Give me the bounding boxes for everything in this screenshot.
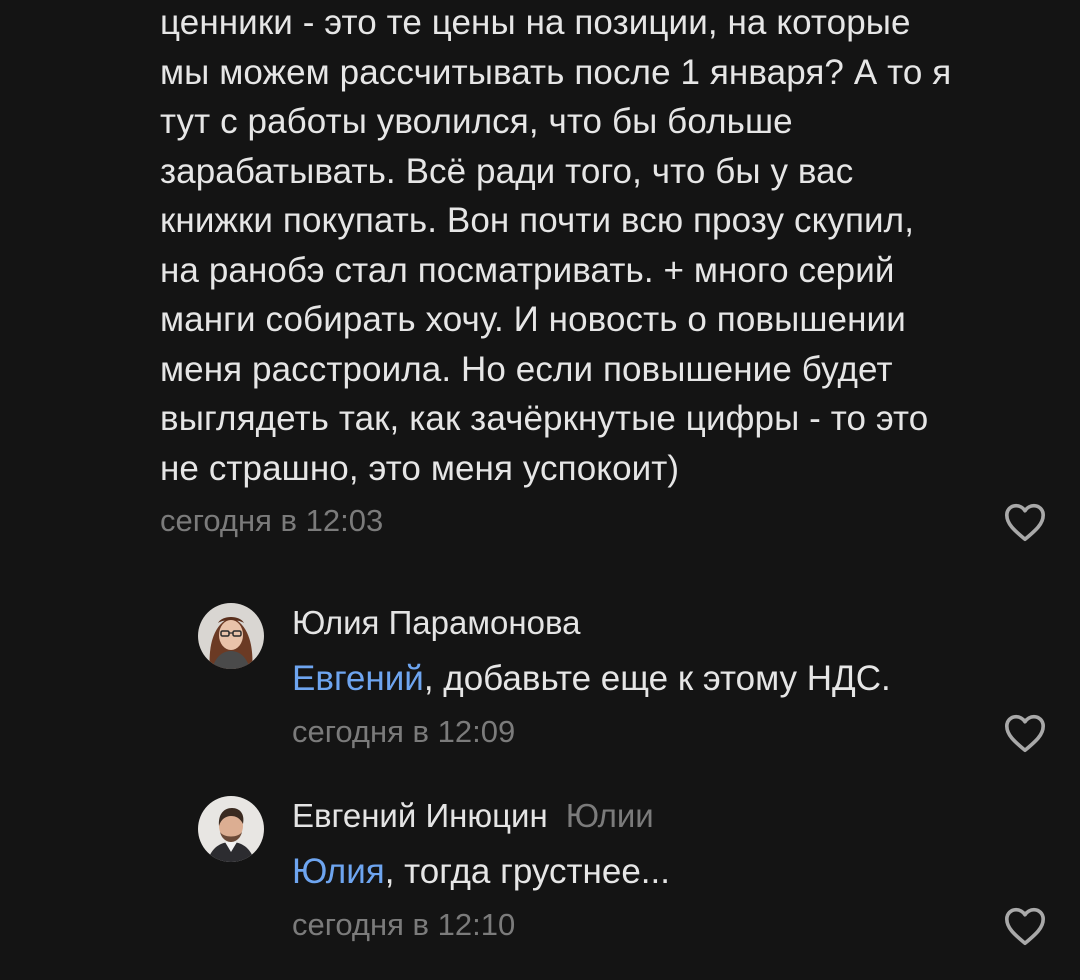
user-avatar-woman[interactable]	[198, 603, 264, 669]
comment-line: на ранобэ стал посматривать. + много сер…	[160, 250, 895, 290]
reply-author[interactable]: Евгений Инюцин Юлии	[292, 797, 654, 835]
mention-link[interactable]: Юлия	[292, 852, 385, 891]
comment-timestamp: сегодня в 12:03	[160, 503, 384, 538]
comment-line: мы можем рассчитывать после 1 января? А …	[160, 52, 952, 92]
comment-line: книжки покупать. Вон почти всю прозу ску…	[160, 201, 915, 240]
comment-line: выглядеть так, как зачёркнутые цифры - т…	[160, 399, 929, 438]
author-name[interactable]: Евгений Инюцин	[292, 797, 548, 834]
heart-outline-icon	[1004, 714, 1045, 753]
avatar-image	[198, 796, 264, 862]
user-avatar-man[interactable]	[198, 796, 264, 862]
comment-line: не страшно, это меня успокоит)	[160, 448, 680, 488]
reply-timestamp: сегодня в 12:10	[292, 907, 516, 942]
author-name[interactable]: Юлия Парамонова	[292, 604, 581, 641]
comment-line: ценники - это те цены на позиции, на кот…	[160, 3, 911, 42]
comment-line: манги собирать хочу. И новость о повышен…	[160, 300, 906, 339]
reply-message: , тогда грустнее...	[384, 852, 670, 891]
reply-to-label[interactable]: Юлии	[566, 797, 654, 834]
comment-body: ценники - это те цены на позиции, на кот…	[160, 0, 1060, 493]
avatar-image	[198, 603, 264, 669]
reply-message: , добавьте еще к этому НДС.	[423, 659, 891, 698]
like-button[interactable]	[1003, 713, 1047, 753]
comment-line: меня расстроила. Но если повышение будет	[160, 349, 893, 389]
mention-link[interactable]: Евгений	[292, 659, 424, 698]
reply-timestamp: сегодня в 12:09	[292, 714, 516, 749]
like-button[interactable]	[1003, 906, 1047, 946]
reply-text: Евгений, добавьте еще к этому НДС.	[292, 659, 891, 699]
like-button[interactable]	[1003, 502, 1047, 542]
heart-outline-icon	[1004, 503, 1045, 542]
comment-line: тут с работы уволился, что бы больше	[160, 102, 793, 141]
reply-text: Юлия, тогда грустнее...	[292, 852, 670, 892]
heart-outline-icon	[1004, 907, 1045, 946]
reply-author[interactable]: Юлия Парамонова	[292, 604, 581, 642]
comment-line: зарабатывать. Всё ради того, что бы у ва…	[160, 151, 854, 191]
